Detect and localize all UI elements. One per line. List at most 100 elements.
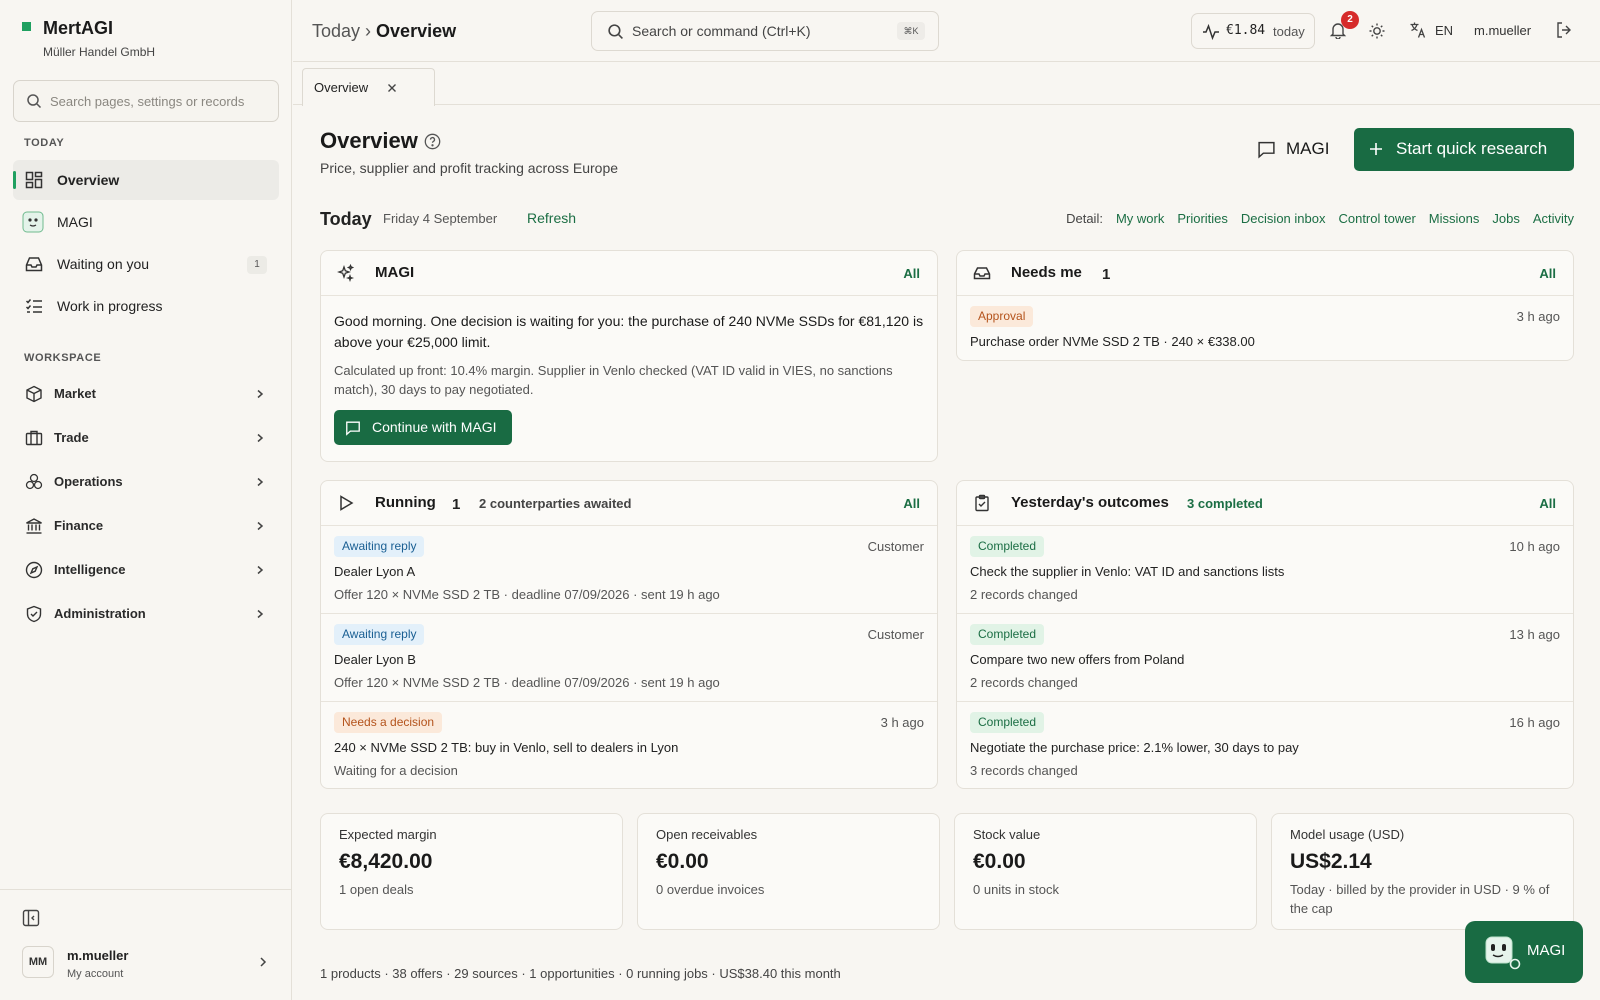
logout-button[interactable] xyxy=(1555,21,1573,39)
view-all-link[interactable]: All xyxy=(903,496,920,511)
kpi-stock-value[interactable]: Stock value €0.00 0 units in stock xyxy=(954,813,1257,930)
sidebar-toggle-icon xyxy=(22,909,40,927)
magi-face-icon xyxy=(22,211,44,233)
sidebar-item-market[interactable]: Market xyxy=(13,374,279,414)
kpi-expected-margin[interactable]: Expected margin €8,420.00 1 open deals xyxy=(320,813,623,930)
refresh-link[interactable]: Refresh xyxy=(527,210,576,226)
avatar: MM xyxy=(22,946,54,978)
sidebar-search-input[interactable] xyxy=(50,81,270,121)
list-item[interactable]: Completed 10 h ago Check the supplier in… xyxy=(957,526,1573,614)
kpi-model-usage[interactable]: Model usage (USD) US$2.14 Today · billed… xyxy=(1271,813,1574,930)
sidebar-item-administration[interactable]: Administration xyxy=(13,594,279,634)
list-item[interactable]: Awaiting reply Customer Dealer Lyon A Of… xyxy=(321,526,937,614)
sidebar-search[interactable] xyxy=(13,80,279,122)
sidebar-item-work-in-progress[interactable]: Work in progress xyxy=(13,286,279,326)
language-switcher[interactable]: EN xyxy=(1409,21,1453,39)
kpi-subtext: 1 open deals xyxy=(339,882,414,897)
play-icon xyxy=(337,494,355,512)
continue-with-magi-button[interactable]: Continue with MAGI xyxy=(334,410,512,445)
kpi-value: €0.00 xyxy=(973,850,1026,873)
active-indicator xyxy=(13,171,16,189)
sidebar-item-label: Waiting on you xyxy=(57,256,150,272)
sidebar-item-finance[interactable]: Finance xyxy=(13,506,279,546)
detail-link-priorities[interactable]: Priorities xyxy=(1177,211,1228,226)
item-detail: 3 records changed xyxy=(970,763,1078,778)
inbox-icon xyxy=(25,255,43,273)
summary-footer: 1 products · 38 offers · 29 sources · 1 … xyxy=(320,966,841,981)
magi-message: Good morning. One decision is waiting fo… xyxy=(334,313,924,350)
list-item[interactable]: Completed 16 h ago Negotiate the purchas… xyxy=(957,702,1573,788)
sidebar-item-operations[interactable]: Operations xyxy=(13,462,279,502)
magi-assistant-fab[interactable]: MAGI xyxy=(1465,921,1583,983)
chevron-right-icon xyxy=(255,565,265,575)
sidebar-item-label: Operations xyxy=(54,474,123,489)
detail-link-activity[interactable]: Activity xyxy=(1533,211,1574,226)
topbar-username[interactable]: m.mueller xyxy=(1474,23,1531,38)
detail-link-control-tower[interactable]: Control tower xyxy=(1338,211,1415,226)
chevron-right-icon xyxy=(258,956,268,968)
card-header: Yesterday's outcomes 3 completed All xyxy=(957,481,1573,526)
open-magi-chat-button[interactable]: MAGI xyxy=(1251,128,1351,170)
view-all-link[interactable]: All xyxy=(1539,496,1556,511)
item-detail: Waiting for a decision xyxy=(334,763,458,778)
detail-link-missions[interactable]: Missions xyxy=(1429,211,1480,226)
item-title: Purchase order NVMe SSD 2 TB · 240 × €33… xyxy=(970,334,1255,349)
list-item[interactable]: Approval 3 h ago Purchase order NVMe SSD… xyxy=(957,296,1573,360)
magi-card: MAGI All Good morning. One decision is w… xyxy=(320,250,938,462)
item-title: Dealer Lyon A xyxy=(334,564,416,579)
list-item[interactable]: Completed 13 h ago Compare two new offer… xyxy=(957,614,1573,702)
sidebar-item-label: Overview xyxy=(57,172,120,188)
sidebar-item-label: Intelligence xyxy=(54,562,126,577)
notifications-button[interactable]: 2 xyxy=(1329,11,1359,39)
quick-research-label: Start quick research xyxy=(1396,139,1548,158)
sidebar-item-label: Finance xyxy=(54,518,104,533)
collapse-sidebar-button[interactable] xyxy=(22,909,40,927)
chevron-right-icon xyxy=(255,521,265,531)
start-quick-research-button[interactable]: Start quick research xyxy=(1354,128,1574,171)
chevron-right-icon xyxy=(255,389,265,399)
list-item[interactable]: Awaiting reply Customer Dealer Lyon B Of… xyxy=(321,614,937,702)
section-label-today: TODAY xyxy=(24,137,65,149)
card-header: Needs me 1 All xyxy=(957,251,1573,296)
kpi-subtext: 0 units in stock xyxy=(973,882,1059,897)
daily-cost-label: today xyxy=(1273,24,1305,39)
boxes-icon xyxy=(25,473,43,491)
tab-overview[interactable]: Overview xyxy=(302,68,435,106)
breadcrumb-parent[interactable]: Today xyxy=(312,21,360,41)
detail-link-jobs[interactable]: Jobs xyxy=(1492,211,1519,226)
detail-link-my-work[interactable]: My work xyxy=(1116,211,1164,226)
brand-logo-icon xyxy=(22,22,31,31)
status-badge: Completed xyxy=(970,536,1045,557)
sidebar-item-label: Work in progress xyxy=(57,298,163,314)
view-all-link[interactable]: All xyxy=(1539,266,1556,281)
item-detail: 2 records changed xyxy=(970,587,1078,602)
sidebar-item-waiting-on-you[interactable]: Waiting on you 1 xyxy=(13,244,279,284)
view-all-link[interactable]: All xyxy=(903,266,920,281)
daily-cost-indicator[interactable]: €1.84 today xyxy=(1191,13,1315,49)
list-item[interactable]: Needs a decision 3 h ago 240 × NVMe SSD … xyxy=(321,702,937,788)
page-title: Overview xyxy=(320,128,418,153)
magi-button-label: MAGI xyxy=(1286,139,1330,158)
card-subtitle: 3 completed xyxy=(1187,496,1263,511)
sidebar-item-trade[interactable]: Trade xyxy=(13,418,279,458)
sun-icon xyxy=(1368,22,1386,40)
card-header: MAGI All xyxy=(321,251,937,296)
status-badge: Completed xyxy=(970,624,1045,645)
account-menu[interactable]: MM m.mueller My account xyxy=(22,946,280,986)
theme-toggle-button[interactable] xyxy=(1368,22,1386,40)
sidebar-item-intelligence[interactable]: Intelligence xyxy=(13,550,279,590)
item-time: 13 h ago xyxy=(1509,627,1560,642)
kpi-value: €8,420.00 xyxy=(339,850,433,873)
kpi-open-receivables[interactable]: Open receivables €0.00 0 overdue invoice… xyxy=(637,813,940,930)
command-search[interactable]: Search or command (Ctrl+K) ⌘K xyxy=(591,11,939,51)
magi-fab-label: MAGI xyxy=(1527,942,1566,959)
breadcrumb-current: Overview xyxy=(376,21,457,41)
sidebar-item-overview[interactable]: Overview xyxy=(13,160,279,200)
sidebar-item-magi[interactable]: MAGI xyxy=(13,202,279,242)
item-title: 240 × NVMe SSD 2 TB: buy in Venlo, sell … xyxy=(334,740,679,755)
item-time: 3 h ago xyxy=(880,715,924,730)
search-icon xyxy=(607,23,624,40)
close-tab-icon[interactable] xyxy=(387,83,397,93)
detail-link-decision-inbox[interactable]: Decision inbox xyxy=(1241,211,1326,226)
help-icon[interactable] xyxy=(424,133,441,150)
